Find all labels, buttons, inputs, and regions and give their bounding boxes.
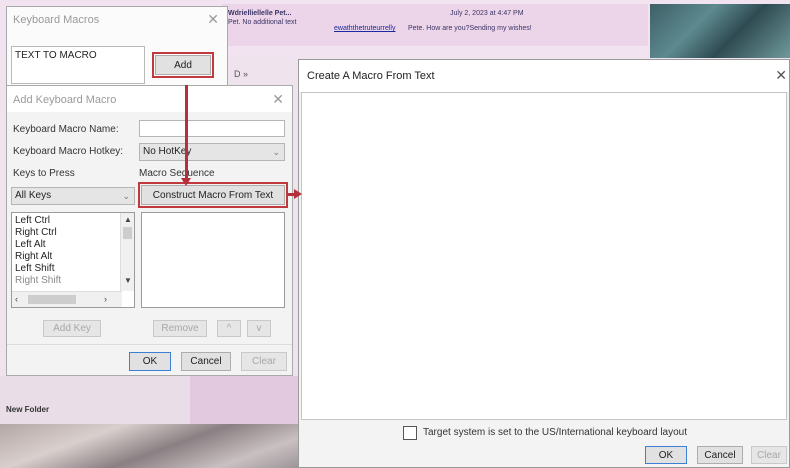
macro-list[interactable]: TEXT TO MACRO [11,46,145,84]
email-sender: Wdrielliellelle Pet... [228,10,292,17]
add-macro-close-icon[interactable]: ✕ [272,91,284,108]
email-preview: Pet. No additional text [228,19,297,26]
annotation-arrow-down [185,85,188,181]
chevron-down-icon: ⌄ [122,191,130,201]
keys-horizontal-scrollbar[interactable]: ‹ › [12,291,122,307]
new-folder-link[interactable]: New Folder [6,405,49,414]
macro-sequence-label: Macro Sequence [139,168,215,179]
keys-filter-value: All Keys [15,190,52,201]
email-preview-strip: Wdrielliellelle Pet... Pet. No additiona… [222,4,648,46]
background-pink-panel [190,376,300,424]
keys-listbox[interactable]: Left Ctrl Right Ctrl Left Alt Right Alt … [11,212,135,308]
create-ok-button[interactable]: OK [645,446,687,464]
scroll-right-icon[interactable]: › [104,294,107,304]
annotation-arrowhead-down [181,178,191,186]
scroll-thumb[interactable] [28,295,76,304]
annotation-arrowhead-right [294,189,302,199]
macro-name-input[interactable] [139,120,285,137]
email-date: July 2, 2023 at 4:47 PM [450,10,524,17]
ok-button[interactable]: OK [129,352,171,371]
key-item[interactable]: Left Ctrl [15,215,50,226]
create-macro-window: Create A Macro From Text ✕ Target system… [298,59,790,468]
key-item[interactable]: Left Alt [15,239,46,250]
keys-filter-select[interactable]: All Keys ⌄ [11,187,135,205]
macro-text-area[interactable] [301,92,787,420]
remove-button[interactable]: Remove [153,320,207,337]
keyboard-macros-window: Keyboard Macros ✕ TEXT TO MACRO Add [6,6,228,88]
create-clear-button[interactable]: Clear [751,446,787,464]
keyboard-macros-close-icon[interactable]: ✕ [207,11,219,28]
key-item[interactable]: Right Shift [15,275,61,286]
macro-name-label: Keyboard Macro Name: [13,124,119,135]
key-item[interactable]: Right Alt [15,251,52,262]
add-keyboard-macro-dialog: Add Keyboard Macro ✕ Keyboard Macro Name… [6,85,293,376]
add-key-button[interactable]: Add Key [43,320,101,337]
scroll-thumb[interactable] [123,227,132,239]
scroll-up-icon[interactable]: ▲ [124,215,132,224]
email-body: Pete. How are you?Sending my wishes! [408,25,532,32]
macro-hotkey-label: Keyboard Macro Hotkey: [13,146,124,157]
add-macro-title: Add Keyboard Macro [13,94,117,106]
scroll-down-icon[interactable]: ▼ [124,276,132,285]
create-cancel-button[interactable]: Cancel [697,446,743,464]
key-item[interactable]: Left Shift [15,263,54,274]
keys-to-press-label: Keys to Press [13,168,75,179]
move-up-button[interactable]: ^ [217,320,241,337]
background-photo-top-right [650,4,790,58]
key-item[interactable]: Right Ctrl [15,227,57,238]
email-body-link[interactable]: ewaththetruteurrelly [334,25,395,32]
background-tab[interactable]: D » [234,69,248,79]
chevron-down-icon: ⌄ [272,147,280,157]
scroll-left-icon[interactable]: ‹ [15,294,18,304]
create-macro-close-icon[interactable]: ✕ [775,67,787,84]
create-macro-title: Create A Macro From Text [307,70,435,82]
clear-button[interactable]: Clear [241,352,287,371]
move-down-button[interactable]: v [247,320,271,337]
add-macro-button[interactable]: Add [152,52,214,78]
layout-checkbox[interactable] [403,426,417,440]
divider [7,344,292,345]
layout-checkbox-label: Target system is set to the US/Internati… [423,427,688,438]
macro-list-item[interactable]: TEXT TO MACRO [15,50,97,61]
cancel-button[interactable]: Cancel [181,352,231,371]
macro-hotkey-select[interactable]: No HotKey ⌄ [139,143,285,161]
construct-macro-button[interactable]: Construct Macro From Text [138,182,288,208]
keyboard-macros-title: Keyboard Macros [13,14,100,26]
macro-sequence-listbox[interactable] [141,212,285,308]
keys-vertical-scrollbar[interactable]: ▲ ▼ [120,213,134,291]
background-photo-bottom-left [0,424,300,468]
